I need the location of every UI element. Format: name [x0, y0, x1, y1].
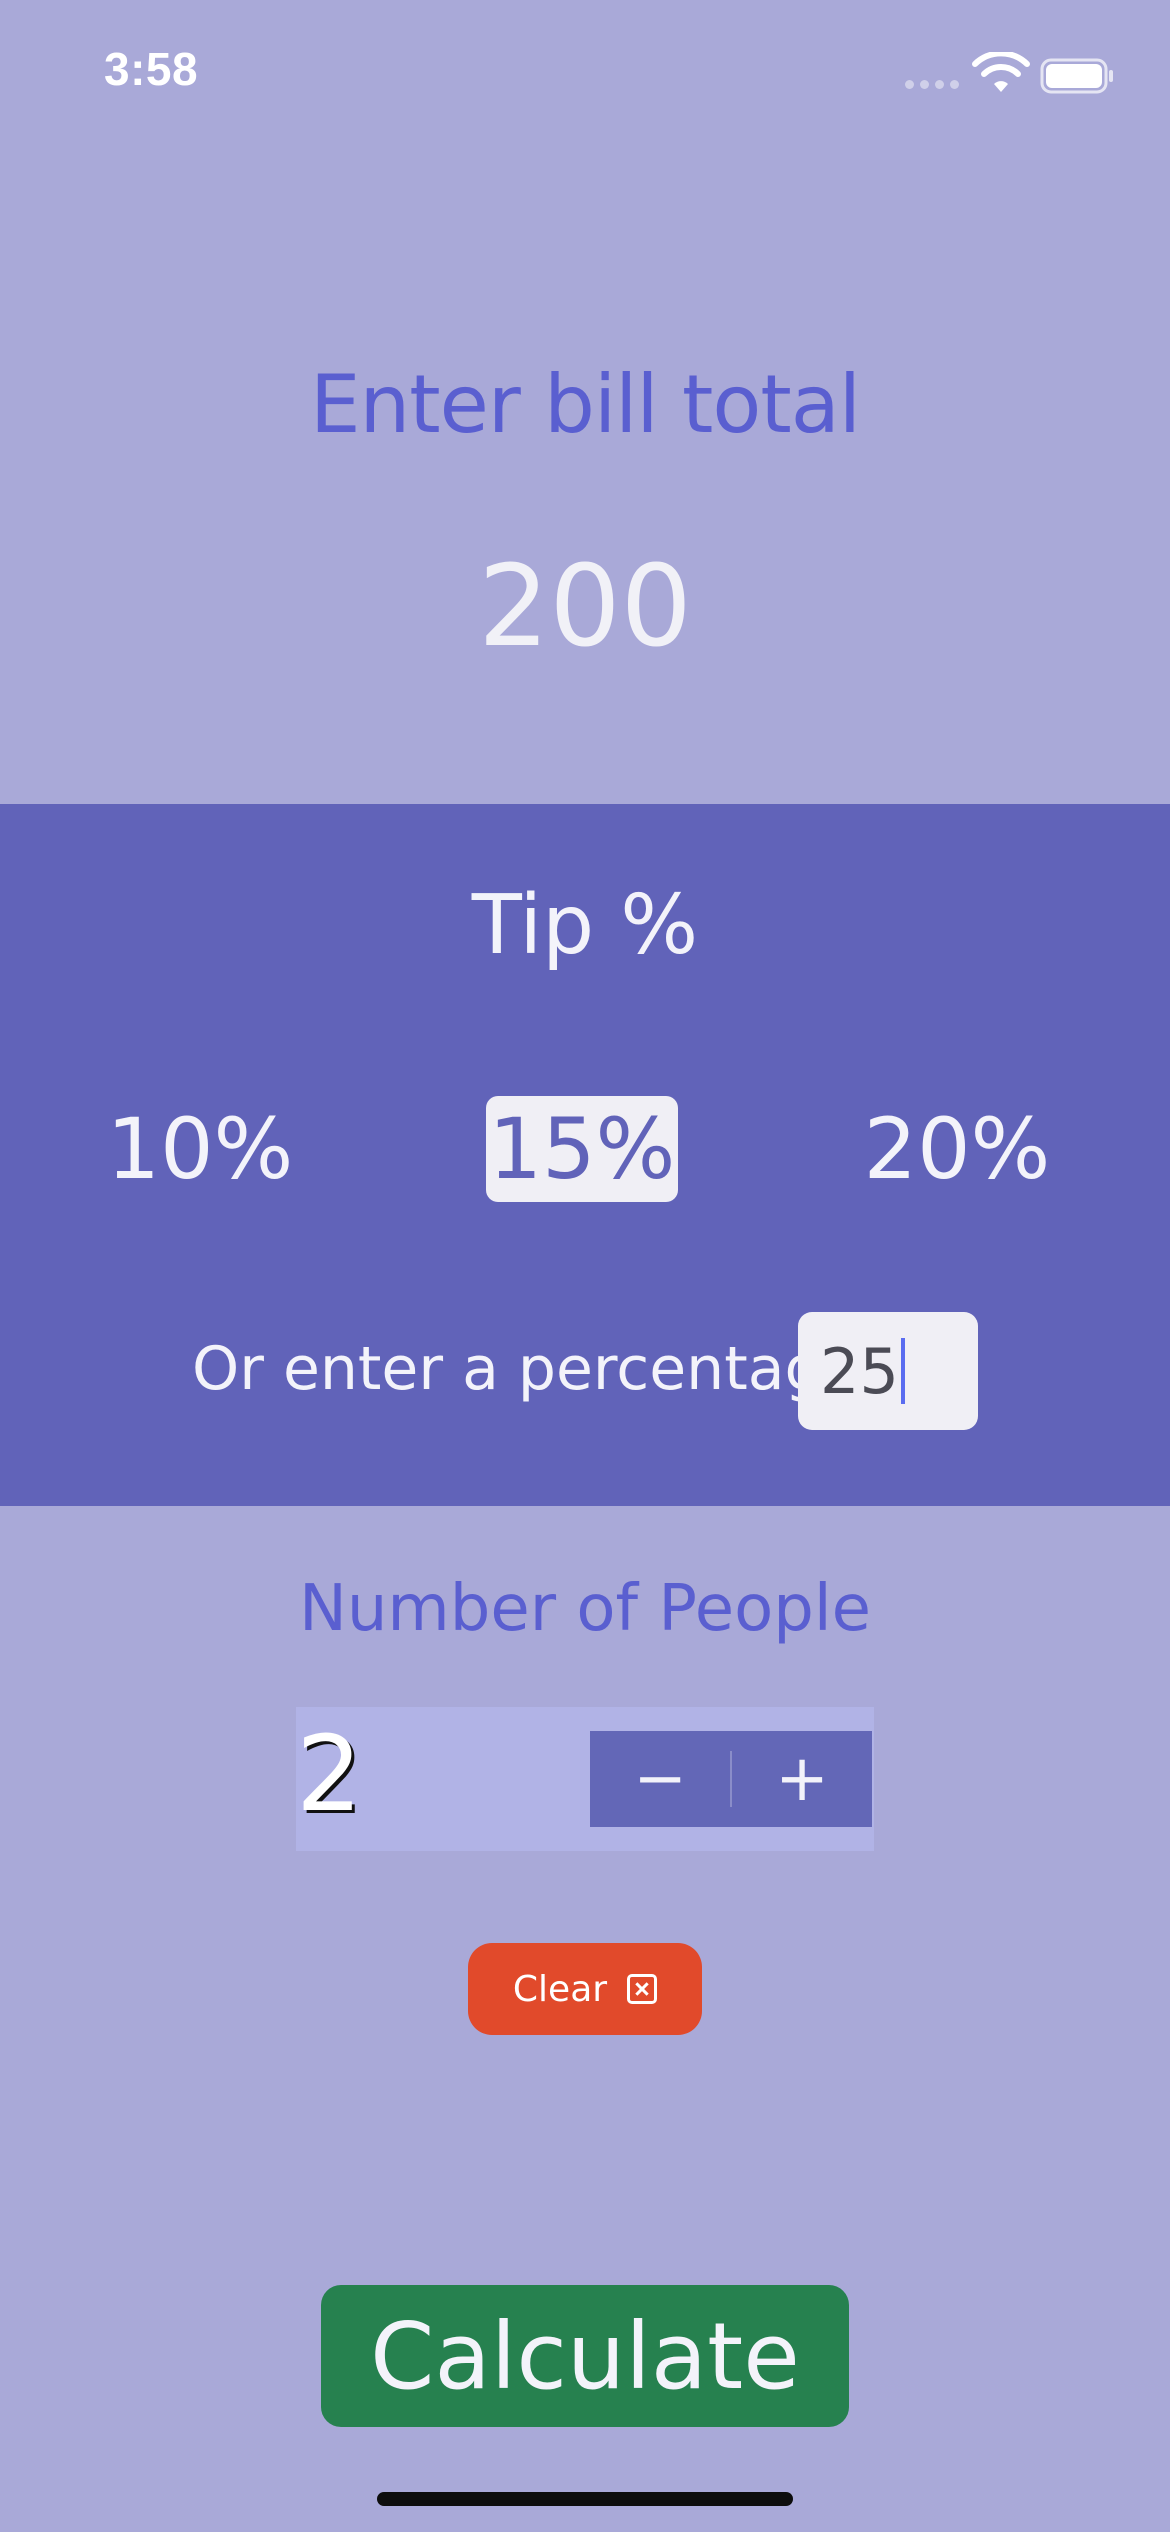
close-box-icon: [627, 1974, 658, 2004]
battery-icon: [1040, 58, 1113, 94]
clear-button[interactable]: Clear: [468, 1943, 702, 2035]
cellular-signal-icon: [905, 80, 959, 90]
status-time: 3:58: [104, 43, 199, 95]
decrement-button[interactable]: −: [590, 1731, 730, 1827]
clear-label: Clear: [512, 1968, 608, 2010]
home-indicator: [377, 2492, 793, 2506]
wifi-icon: [972, 52, 1030, 92]
custom-percentage-value: 25: [820, 1334, 899, 1408]
bill-total-input[interactable]: 200: [0, 542, 1170, 672]
tip-title: Tip %: [471, 878, 699, 973]
people-title: Number of People: [298, 1572, 872, 1646]
people-stepper: − +: [590, 1731, 872, 1827]
bill-title: Enter bill total: [310, 358, 861, 451]
tip-option-20[interactable]: 20%: [862, 1096, 1052, 1202]
tip-option-10[interactable]: 10%: [107, 1096, 294, 1202]
increment-button[interactable]: +: [732, 1731, 872, 1827]
tip-option-15-selected[interactable]: 15%: [486, 1096, 678, 1202]
custom-percentage-label: Or enter a percentage:: [192, 1334, 880, 1404]
text-cursor: [900, 1338, 905, 1404]
custom-percentage-input[interactable]: 25: [798, 1312, 978, 1430]
people-count: 2: [296, 1713, 363, 1835]
calculate-button[interactable]: Calculate: [321, 2285, 849, 2427]
